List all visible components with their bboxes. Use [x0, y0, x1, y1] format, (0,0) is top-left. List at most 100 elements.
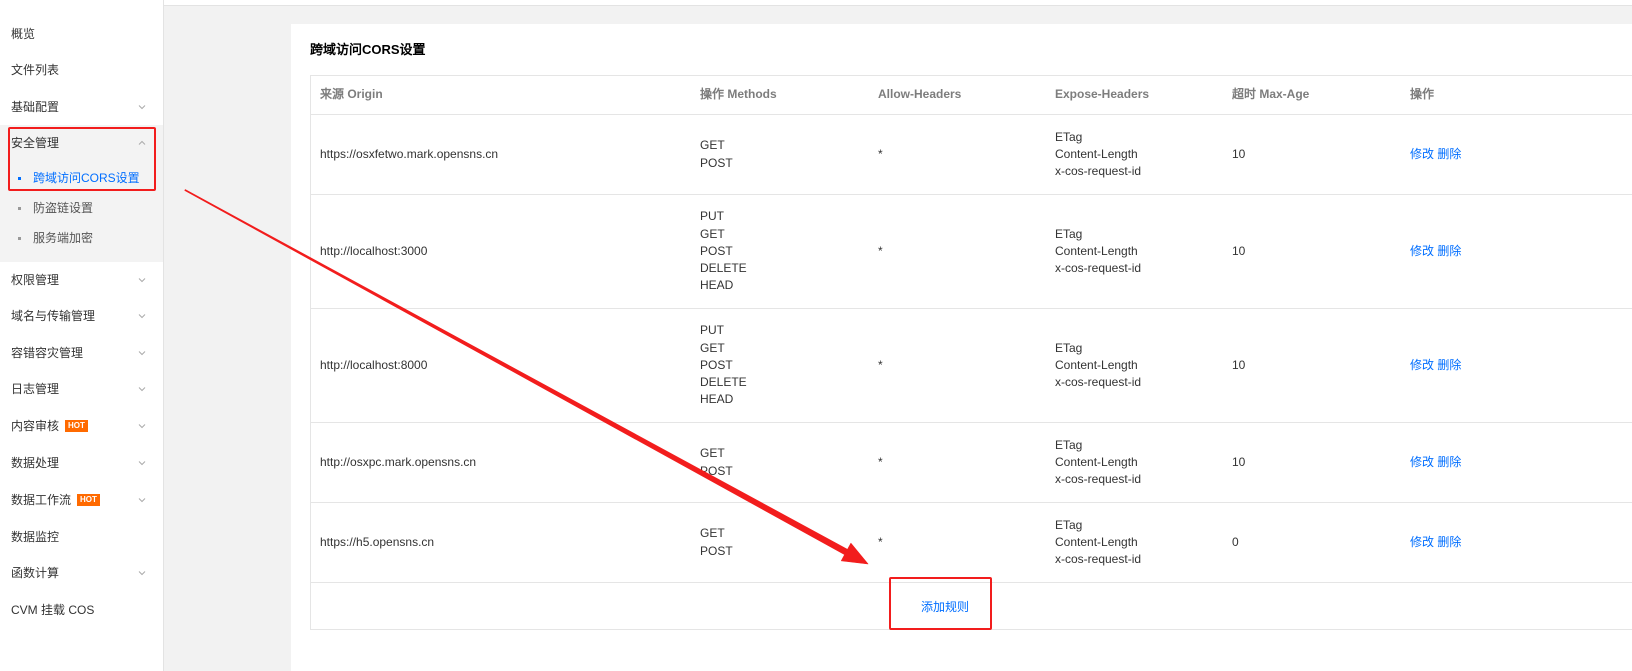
actions-cell: 修改 删除: [1400, 243, 1632, 260]
annotation-box-cors-menu: [8, 127, 156, 191]
nav-item-label: 域名与传输管理: [11, 309, 96, 323]
method-item: HEAD: [700, 392, 734, 407]
edit-link[interactable]: 修改: [1410, 244, 1434, 258]
nav-item-label: 内容审核: [11, 419, 60, 433]
chevron-down-icon: [138, 461, 146, 466]
max-age-cell: 0: [1232, 534, 1239, 549]
actions-cell: 修改 删除: [1400, 454, 1632, 471]
annotation-box-add-rule: [889, 577, 992, 630]
actions-cell: 修改 删除: [1400, 146, 1632, 163]
edit-link[interactable]: 修改: [1410, 455, 1434, 469]
delete-link[interactable]: 删除: [1437, 244, 1461, 258]
table-row: http://localhost:8000 PUT GET POST DELET…: [311, 309, 1632, 423]
method-item: DELETE: [700, 375, 747, 390]
sidebar: 概览 文件列表 基础配置 安全管理 跨域访问CORS设置 防盗链设置 服务端加密…: [0, 0, 164, 671]
edit-link[interactable]: 修改: [1410, 358, 1434, 372]
sub-item-server-encryption[interactable]: 服务端加密: [0, 223, 163, 253]
nav-item-domain-transfer[interactable]: 域名与传输管理: [0, 298, 163, 334]
method-item: POST: [700, 463, 733, 478]
allow-headers-cell: *: [878, 534, 883, 549]
nav-item-overview[interactable]: 概览: [0, 16, 163, 52]
top-bar: [164, 0, 1632, 6]
chevron-down-icon: [138, 571, 146, 576]
hot-badge: HOT: [65, 419, 88, 432]
delete-link[interactable]: 删除: [1437, 455, 1461, 469]
nav-item-disaster-recovery[interactable]: 容错容灾管理: [0, 335, 163, 371]
method-item: POST: [700, 357, 733, 372]
expose-header-item: ETag: [1055, 340, 1083, 355]
nav-item-label: 数据监控: [11, 530, 60, 544]
expose-header-item: x-cos-request-id: [1055, 375, 1142, 390]
sub-item-label: 服务端加密: [33, 231, 94, 245]
sub-item-hotlink-protection[interactable]: 防盗链设置: [0, 193, 163, 223]
method-item: PUT: [700, 323, 724, 338]
cors-rules-table: 来源 Origin 操作 Methods Allow-Headers Expos…: [310, 75, 1632, 630]
method-item: GET: [700, 526, 725, 541]
method-item: POST: [700, 243, 733, 258]
method-item: GET: [700, 226, 725, 241]
method-item: PUT: [700, 209, 724, 224]
table-row: http://localhost:3000 PUT GET POST DELET…: [311, 195, 1632, 309]
delete-link[interactable]: 删除: [1437, 147, 1461, 161]
nav-item-label: 概览: [11, 27, 36, 41]
expose-header-item: Content-Length: [1055, 534, 1138, 549]
method-item: DELETE: [700, 261, 747, 276]
chevron-down-icon: [138, 387, 146, 392]
chevron-down-icon: [138, 278, 146, 283]
sub-item-label: 防盗链设置: [33, 201, 94, 215]
methods-cell: PUT GET POST DELETE HEAD: [690, 208, 868, 294]
origin-cell: https://osxfetwo.mark.opensns.cn: [320, 146, 499, 161]
chevron-down-icon: [138, 314, 146, 319]
delete-link[interactable]: 删除: [1437, 358, 1461, 372]
nav-item-permissions[interactable]: 权限管理: [0, 262, 163, 298]
max-age-cell: 10: [1232, 146, 1246, 161]
nav-item-data-workflow[interactable]: 数据工作流 HOT: [0, 482, 163, 518]
max-age-cell: 10: [1232, 357, 1246, 372]
method-item: POST: [700, 543, 733, 558]
chevron-down-icon: [138, 424, 146, 429]
nav-item-data-processing[interactable]: 数据处理: [0, 445, 163, 481]
nav-item-cvm-mount-cos[interactable]: CVM 挂载 COS: [0, 592, 163, 628]
max-age-cell: 10: [1232, 243, 1246, 258]
column-header-origin: 来源 Origin: [320, 87, 383, 102]
edit-link[interactable]: 修改: [1410, 535, 1434, 549]
expose-headers-cell: ETag Content-Length x-cos-request-id: [1045, 340, 1222, 392]
expose-header-item: ETag: [1055, 517, 1083, 532]
nav-item-label: 日志管理: [11, 382, 60, 396]
chevron-down-icon: [138, 498, 146, 503]
nav-item-content-moderation[interactable]: 内容审核 HOT: [0, 408, 163, 444]
methods-cell: GET POST: [690, 525, 868, 560]
expose-header-item: ETag: [1055, 129, 1083, 144]
nav-item-logs[interactable]: 日志管理: [0, 371, 163, 407]
page-title: 跨域访问CORS设置: [310, 42, 426, 57]
hot-badge: HOT: [77, 493, 100, 506]
column-header-expose-headers: Expose-Headers: [1055, 87, 1150, 102]
nav-item-function-compute[interactable]: 函数计算: [0, 555, 163, 591]
origin-cell: https://h5.opensns.cn: [320, 534, 435, 549]
nav-item-basic-config[interactable]: 基础配置: [0, 89, 163, 125]
nav-item-data-monitoring[interactable]: 数据监控: [0, 519, 163, 555]
table-header-row: 来源 Origin 操作 Methods Allow-Headers Expos…: [311, 76, 1632, 115]
bullet-dot-icon: [18, 207, 21, 210]
max-age-cell: 10: [1232, 454, 1246, 469]
expose-header-item: Content-Length: [1055, 243, 1138, 258]
expose-header-item: x-cos-request-id: [1055, 261, 1142, 276]
nav-item-label: 函数计算: [11, 566, 60, 580]
nav-item-label: 基础配置: [11, 100, 60, 114]
edit-link[interactable]: 修改: [1410, 147, 1434, 161]
column-header-actions: 操作: [1410, 87, 1435, 102]
nav-item-label: 文件列表: [11, 63, 60, 77]
expose-header-item: Content-Length: [1055, 454, 1138, 469]
method-item: HEAD: [700, 278, 734, 293]
methods-cell: GET POST: [690, 445, 868, 480]
methods-cell: PUT GET POST DELETE HEAD: [690, 322, 868, 408]
method-item: GET: [700, 446, 725, 461]
nav-item-label: 权限管理: [11, 273, 60, 287]
allow-headers-cell: *: [878, 357, 883, 372]
chevron-down-icon: [138, 105, 146, 110]
actions-cell: 修改 删除: [1400, 534, 1632, 551]
delete-link[interactable]: 删除: [1437, 535, 1461, 549]
table-row: http://osxpc.mark.opensns.cn GET POST * …: [311, 423, 1632, 503]
nav-item-file-list[interactable]: 文件列表: [0, 52, 163, 88]
expose-headers-cell: ETag Content-Length x-cos-request-id: [1045, 437, 1222, 489]
